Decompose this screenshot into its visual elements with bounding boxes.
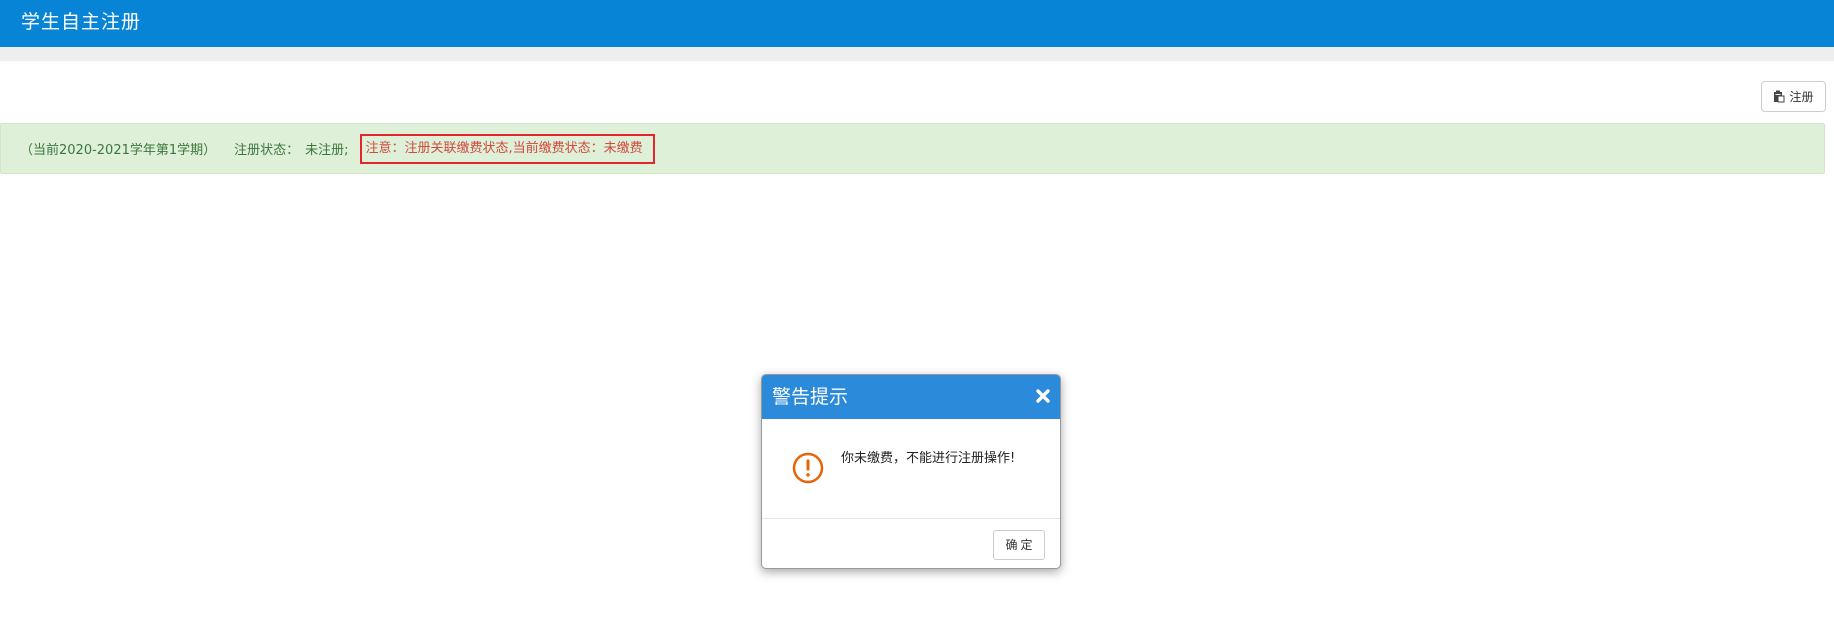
register-button[interactable]: 注册 <box>1761 81 1826 112</box>
dialog-footer-divider <box>762 518 1060 519</box>
header-divider-strip <box>0 47 1834 61</box>
dialog-body: 你未缴费，不能进行注册操作! <box>762 419 1060 519</box>
dialog-title: 警告提示 <box>772 386 849 408</box>
ok-button[interactable]: 确定 <box>993 530 1045 560</box>
registration-status-bar: （当前2020-2021学年第1学期） 注册状态： 未注册; 注意：注册关联缴费状态,… <box>0 123 1825 174</box>
status-value: 未注册; <box>305 143 349 158</box>
dialog-message: 你未缴费，不能进行注册操作! <box>841 451 1016 466</box>
page-title: 学生自主注册 <box>21 11 142 33</box>
status-label: 注册状态： <box>234 143 300 158</box>
clipboard-icon <box>1774 90 1785 103</box>
top-header-bar: 学生自主注册 <box>0 0 1834 47</box>
register-button-label: 注册 <box>1789 90 1814 104</box>
close-icon[interactable] <box>1035 388 1051 404</box>
current-term-text: （当前2020-2021学年第1学期） <box>20 143 217 158</box>
warning-circle-icon <box>792 452 824 484</box>
warning-dialog: 警告提示 你未缴费，不能进行注册操作! 确定 <box>761 374 1061 569</box>
payment-warning-text: 注意：注册关联缴费状态,当前缴费状态：未缴费 <box>359 133 655 164</box>
dialog-header: 警告提示 <box>762 375 1060 419</box>
